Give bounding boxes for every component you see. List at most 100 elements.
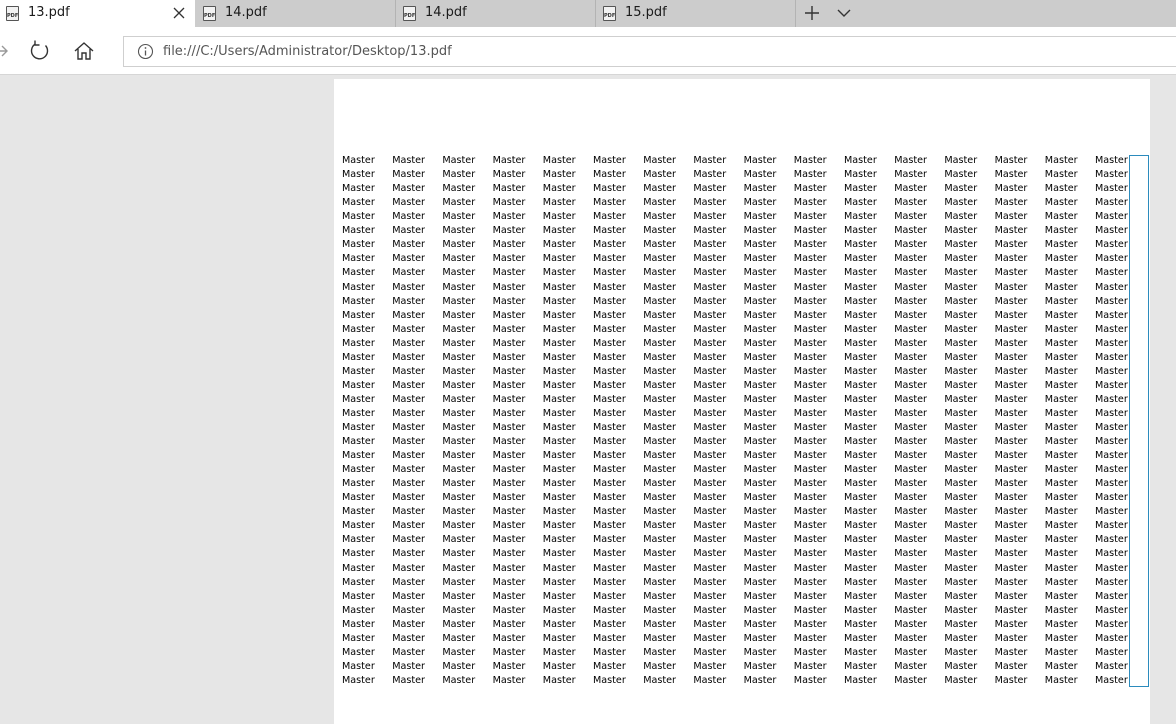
info-icon[interactable] — [137, 43, 154, 60]
text-cell: Master — [844, 211, 877, 223]
text-cell: Master — [542, 632, 576, 644]
text-cell: Master — [693, 225, 727, 237]
text-cell: Master — [1044, 337, 1078, 349]
home-icon[interactable] — [72, 39, 96, 63]
text-cell: Master — [492, 506, 526, 518]
text-cell: Master — [743, 323, 777, 335]
text-cell: Master — [743, 660, 777, 672]
text-cell: Master — [442, 281, 476, 293]
tab-14-pdf-second[interactable]: PDF 14.pdf — [397, 0, 596, 27]
text-cell: Master — [944, 618, 978, 630]
text-cell: Master — [894, 660, 927, 672]
text-cell: Master — [593, 590, 626, 602]
text-cell: Master — [342, 267, 375, 279]
text-cell: Master — [442, 393, 476, 405]
text-cell: Master — [944, 267, 978, 279]
text-cell: Master — [593, 492, 626, 504]
text-cell: Master — [342, 436, 375, 447]
text-cell: Master — [392, 197, 425, 209]
text-cell: Master — [1044, 295, 1078, 307]
text-cell: Master — [994, 211, 1028, 223]
text-cell: Master — [643, 225, 676, 237]
text-cell: Master — [593, 646, 626, 658]
text-cell: Master — [994, 337, 1028, 349]
text-cell: Master — [392, 618, 425, 630]
text-cell: Master — [994, 576, 1028, 588]
text-cell: Master — [392, 576, 425, 588]
text-cell: Master — [894, 365, 927, 377]
tab-13-pdf[interactable]: PDF 13.pdf — [0, 0, 195, 27]
text-cell: Master — [944, 576, 978, 588]
new-tab-icon[interactable] — [800, 2, 824, 24]
text-cell: Master — [392, 323, 425, 335]
text-cell: Master — [844, 450, 877, 462]
text-cell: Master — [643, 450, 676, 462]
text-cell: Master — [1044, 436, 1078, 447]
text-cell: Master — [593, 562, 626, 574]
text-cell: Master — [643, 618, 676, 630]
text-cell: Master — [392, 478, 425, 490]
text-cell: Master — [593, 632, 626, 644]
text-cell: Master — [392, 253, 425, 265]
text-cell: Master — [894, 323, 927, 335]
text-cell: Master — [743, 506, 777, 518]
text-cell: Master — [793, 407, 827, 419]
text-cell: Master — [994, 379, 1028, 391]
text-cell: Master — [442, 211, 476, 223]
text-cell: Master — [643, 295, 676, 307]
text-cell: Master — [793, 562, 827, 574]
text-cell: Master — [693, 309, 727, 321]
text-cell: Master — [542, 436, 576, 447]
text-cell: Master — [693, 407, 727, 419]
text-cell: Master — [793, 393, 827, 405]
text-cell: Master — [1044, 492, 1078, 504]
text-cell: Master — [844, 632, 877, 644]
text-cell: Master — [442, 632, 476, 644]
text-cell: Master — [894, 267, 927, 279]
address-bar[interactable]: file:///C:/Users/Administrator/Desktop/1… — [123, 36, 1176, 67]
text-cell: Master — [693, 323, 727, 335]
text-cell: Master — [743, 267, 777, 279]
chevron-down-icon[interactable] — [833, 2, 855, 24]
tab-14-pdf[interactable]: PDF 14.pdf — [197, 0, 396, 27]
text-cell: Master — [944, 155, 978, 166]
text-cell: Master — [743, 674, 777, 686]
text-cell: Master — [693, 169, 727, 181]
text-cell: Master — [342, 478, 375, 490]
close-icon[interactable] — [170, 4, 188, 22]
text-cell: Master — [442, 379, 476, 391]
text-cell: Master — [392, 225, 425, 237]
text-cell: Master — [593, 281, 626, 293]
forward-arrow-icon[interactable] — [0, 39, 16, 63]
text-cell: Master — [994, 464, 1028, 476]
text-cell: Master — [743, 155, 777, 166]
text-cell: Master — [392, 169, 425, 181]
text-cell: Master — [944, 407, 978, 419]
pdf-page[interactable]: Master Master Master Master Master Master Mast… — [334, 79, 1150, 724]
text-cell: Master — [392, 211, 425, 223]
text-cell: Master — [743, 183, 777, 195]
text-cell: Master — [1095, 548, 1128, 560]
text-cell: Master — [894, 632, 927, 644]
tab-15-pdf[interactable]: PDF 15.pdf — [597, 0, 796, 27]
refresh-icon[interactable] — [28, 39, 52, 63]
text-cell: Master — [1044, 534, 1078, 546]
text-cell: Master — [492, 436, 526, 447]
text-cell: Master — [593, 534, 626, 546]
text-cell: Master — [793, 197, 827, 209]
text-cell: Master — [894, 295, 927, 307]
text-cell: Master — [1095, 660, 1128, 672]
text-cell: Master — [743, 534, 777, 546]
text-cell: Master — [844, 534, 877, 546]
text-cell: Master — [844, 492, 877, 504]
text-cell: Master — [693, 421, 727, 433]
text-cell: Master — [944, 281, 978, 293]
text-cell: Master — [342, 155, 375, 166]
text-cell: Master — [342, 464, 375, 476]
text-cell: Master — [492, 337, 526, 349]
text-cell: Master — [593, 618, 626, 630]
text-cell: Master — [944, 421, 978, 433]
text-cell: Master — [542, 295, 576, 307]
text-cell: Master — [643, 253, 676, 265]
text-cell: Master — [392, 309, 425, 321]
